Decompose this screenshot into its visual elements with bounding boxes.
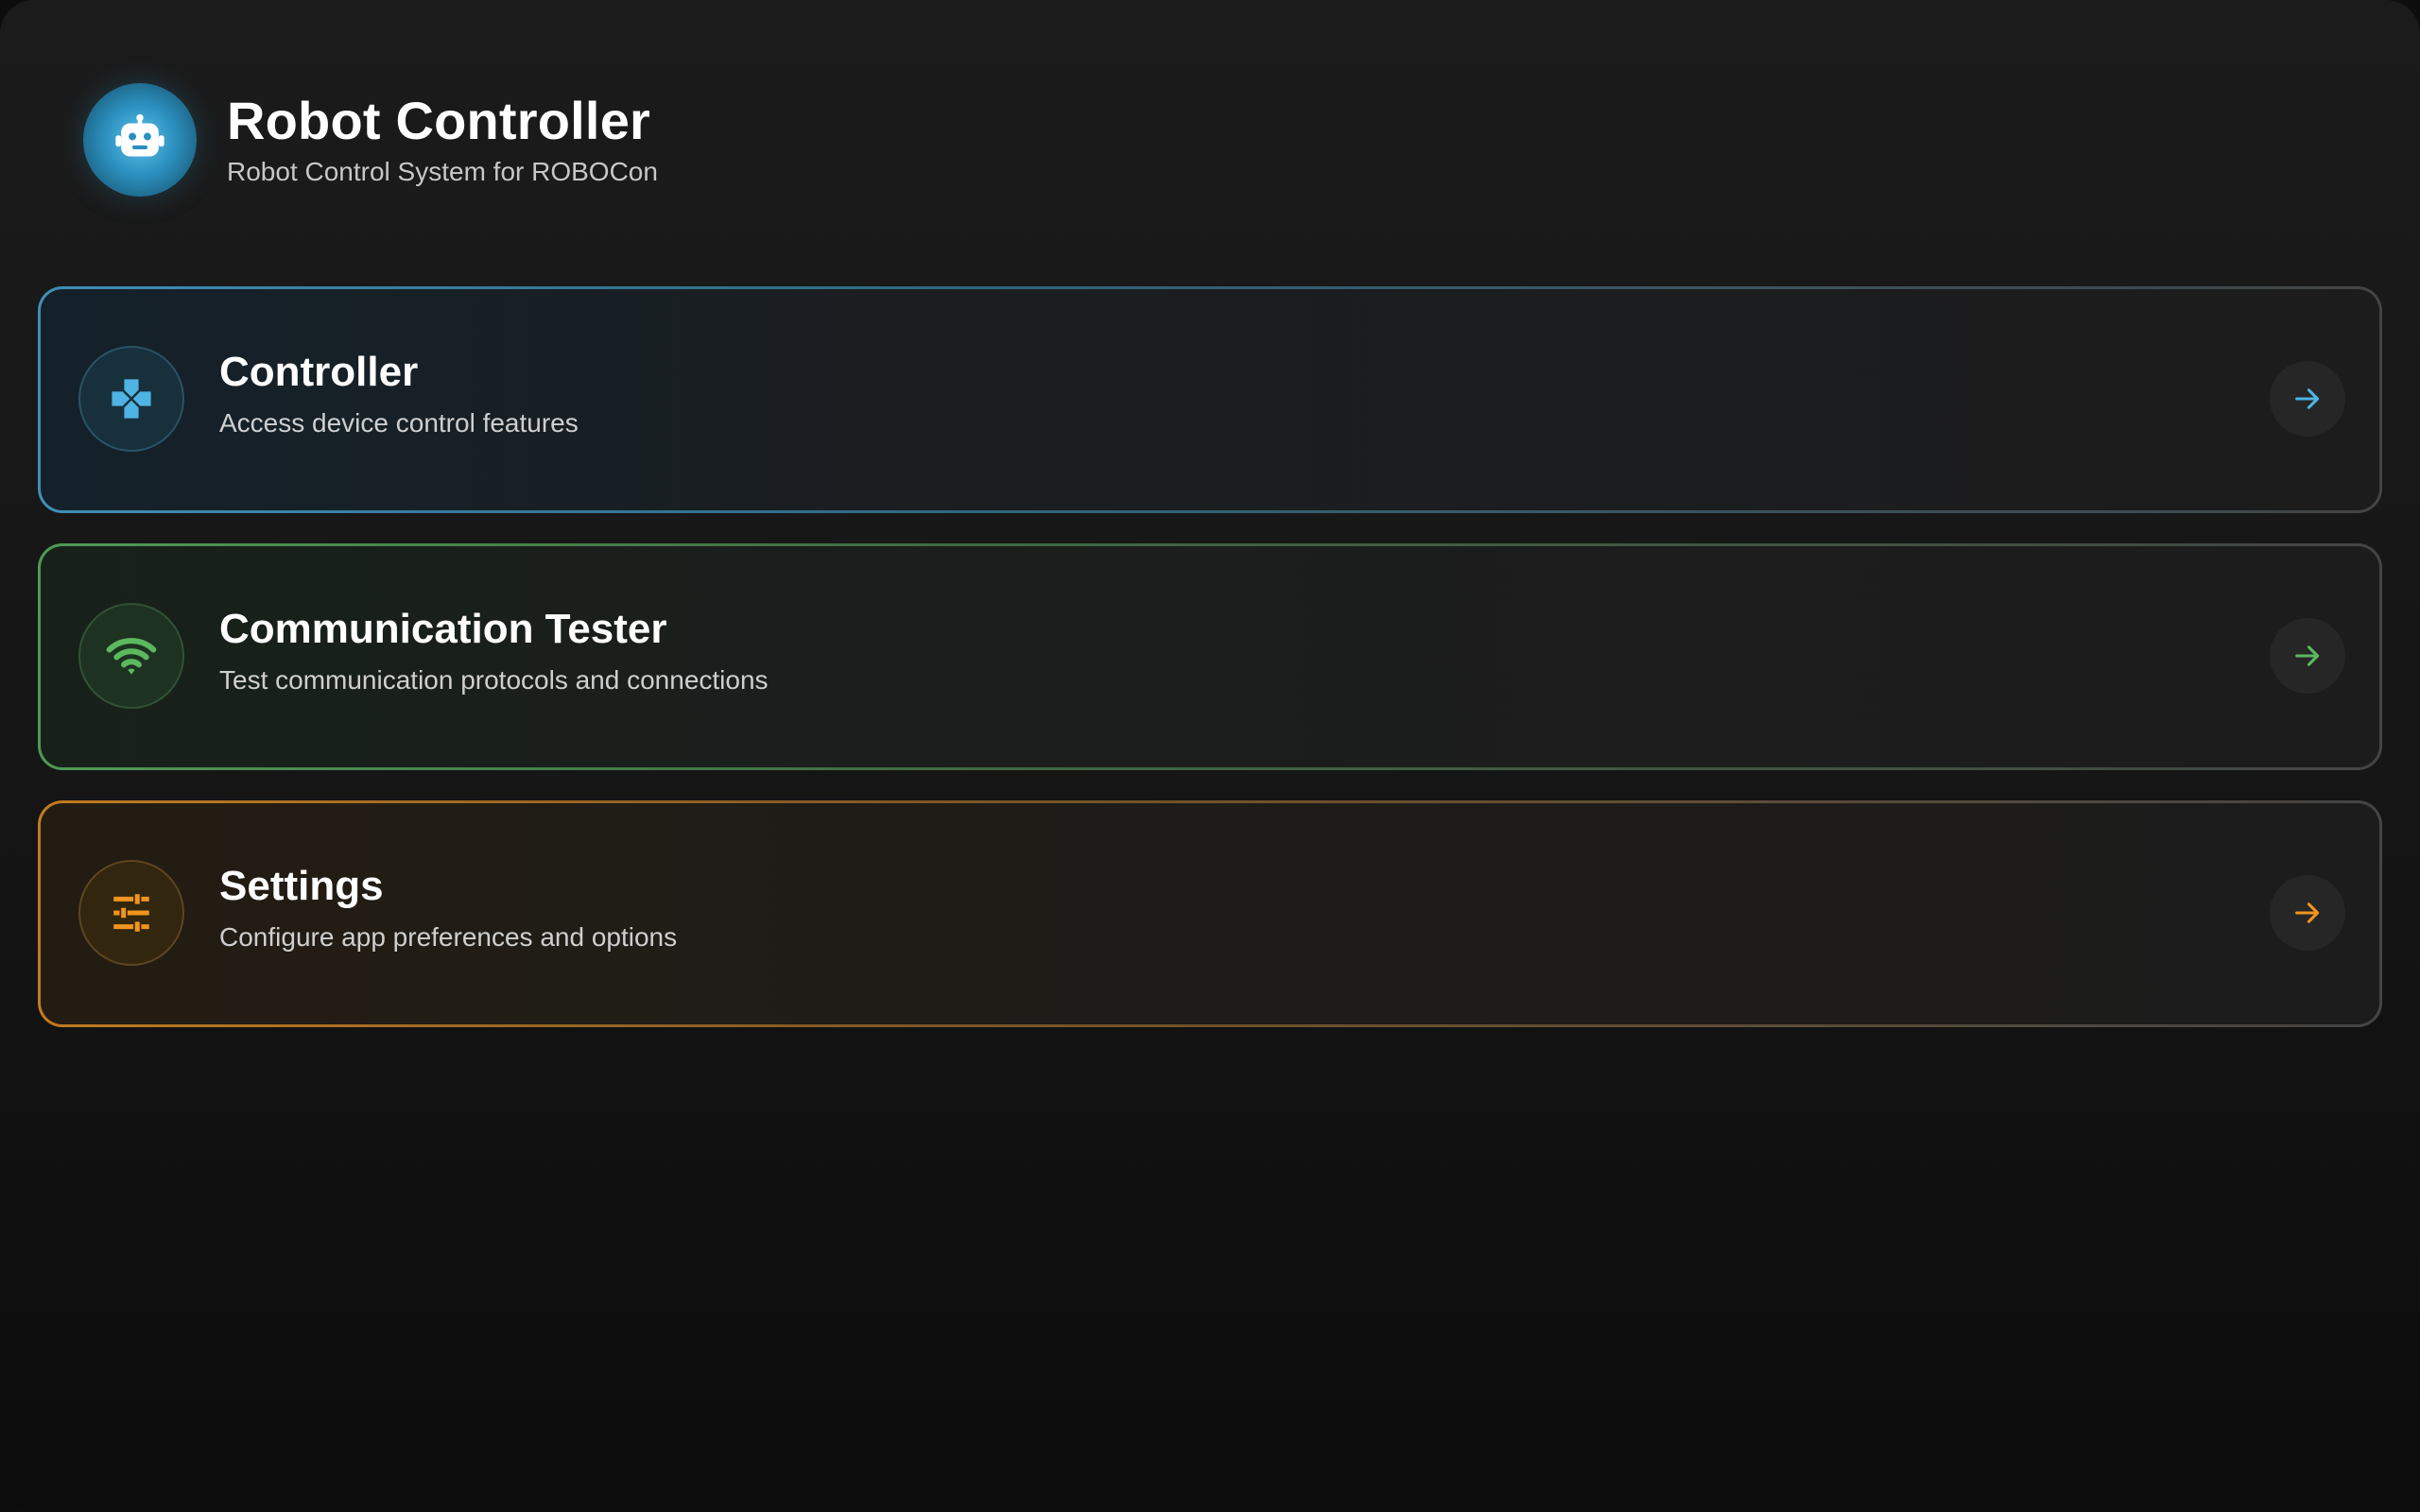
controller-card-body: Controller Access device control feature… bbox=[41, 289, 2379, 510]
app-title: Robot Controller bbox=[227, 91, 651, 150]
communication-tester-card-text: Communication Tester Test communication … bbox=[219, 605, 769, 697]
wifi-icon bbox=[78, 603, 184, 709]
controller-card-text: Controller Access device control feature… bbox=[219, 348, 579, 440]
card-title: Communication Tester bbox=[219, 606, 667, 652]
settings-card[interactable]: Settings Configure app preferences and o… bbox=[38, 800, 2382, 1027]
app-window: Robot Controller Robot Control System fo… bbox=[0, 0, 2420, 1512]
controller-card[interactable]: Controller Access device control feature… bbox=[38, 286, 2382, 513]
gamepad-icon bbox=[78, 346, 184, 452]
settings-card-text: Settings Configure app preferences and o… bbox=[219, 862, 677, 954]
card-title: Settings bbox=[219, 863, 384, 909]
communication-tester-card[interactable]: Communication Tester Test communication … bbox=[38, 543, 2382, 770]
app-header: Robot Controller Robot Control System fo… bbox=[83, 83, 658, 197]
arrow-right-icon bbox=[2295, 388, 2320, 409]
robot-icon bbox=[83, 83, 197, 197]
sliders-icon bbox=[78, 860, 184, 966]
settings-open-button[interactable] bbox=[2270, 875, 2345, 951]
controller-open-button[interactable] bbox=[2270, 361, 2345, 437]
communication-tester-card-body: Communication Tester Test communication … bbox=[41, 546, 2379, 767]
card-description: Configure app preferences and options bbox=[219, 922, 678, 952]
app-subtitle: Robot Control System for ROBOCon bbox=[227, 157, 658, 186]
communication-tester-open-button[interactable] bbox=[2270, 618, 2345, 694]
card-description: Test communication protocols and connect… bbox=[219, 665, 769, 695]
arrow-right-icon bbox=[2295, 645, 2320, 666]
card-description: Access device control features bbox=[219, 408, 579, 438]
card-title: Controller bbox=[219, 349, 419, 395]
header-text: Robot Controller Robot Control System fo… bbox=[227, 91, 658, 189]
settings-card-body: Settings Configure app preferences and o… bbox=[41, 803, 2379, 1024]
arrow-right-icon bbox=[2295, 902, 2320, 923]
